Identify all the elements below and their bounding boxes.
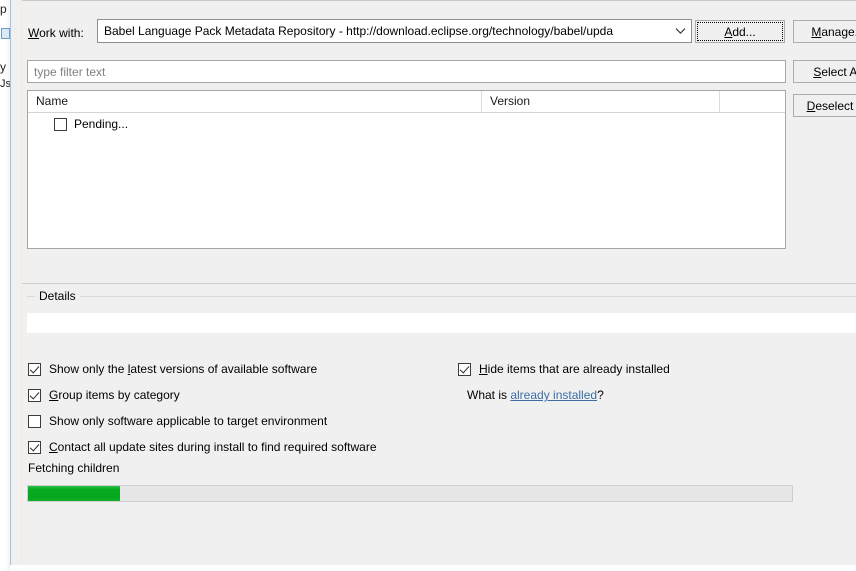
what-is-prefix: What is	[467, 388, 511, 402]
table-column-header-version[interactable]: Version	[481, 91, 719, 112]
work-with-label-mnemonic: W	[28, 26, 40, 40]
option-show-latest-versions-checkbox[interactable]	[28, 362, 41, 376]
manage-button-mnemonic: M	[811, 24, 822, 39]
add-button[interactable]: Add...	[695, 20, 785, 43]
details-legend-label: Details	[35, 289, 80, 303]
details-group-border	[27, 296, 856, 297]
work-with-label-suffix: ork with:	[39, 26, 84, 40]
opt-hide-mnemonic: H	[479, 362, 488, 376]
table-column-header-blank[interactable]	[719, 91, 785, 112]
option-show-latest-versions-label: Show only the latest versions of availab…	[49, 362, 317, 376]
work-with-combobox-value: Babel Language Pack Metadata Repository …	[104, 24, 614, 38]
details-group: Details	[27, 289, 856, 342]
manage-button[interactable]: Manage...	[793, 20, 856, 43]
filter-input[interactable]: type filter text	[27, 60, 786, 83]
option-show-applicable-software[interactable]: Show only software applicable to target …	[28, 414, 327, 428]
manage-button-suffix: anage...	[821, 24, 856, 39]
deselect-all-button[interactable]: Deselect All	[793, 94, 856, 117]
status-message: Fetching children	[28, 461, 120, 475]
add-button-suffix: dd...	[732, 24, 756, 39]
select-all-button-mnemonic: S	[813, 64, 822, 79]
option-group-items-by-category-label: Group items by category	[49, 388, 180, 402]
background-text-fragment-1: p	[0, 2, 7, 16]
work-with-label: Work with:	[28, 26, 84, 40]
option-hide-installed-items[interactable]: Hide items that are already installed	[458, 362, 670, 376]
option-group-items-by-category[interactable]: Group items by category	[28, 388, 180, 402]
opt-hide-suffix: ide items that are already installed	[487, 362, 670, 376]
table-row-label: Pending...	[74, 117, 129, 131]
chevron-down-icon[interactable]	[669, 20, 691, 42]
background-text-fragment-2: y	[0, 60, 6, 74]
opt-group-mnemonic: G	[49, 388, 59, 402]
option-show-applicable-software-checkbox[interactable]	[28, 414, 41, 428]
option-group-items-by-category-checkbox[interactable]	[28, 388, 41, 402]
option-contact-all-update-sites[interactable]: Contact all update sites during install …	[28, 440, 377, 454]
option-show-latest-versions[interactable]: Show only the latest versions of availab…	[28, 362, 317, 376]
opt-contact-suffix: ontact all update sites during install t…	[57, 440, 377, 454]
table-row[interactable]: Pending...	[28, 113, 785, 135]
opt-applicable-suffix: how only software applicable to target e…	[57, 414, 328, 428]
deselect-all-button-suffix: eselect All	[815, 98, 856, 113]
work-with-combobox[interactable]: Babel Language Pack Metadata Repository …	[97, 19, 692, 43]
already-installed-link[interactable]: already installed	[510, 388, 597, 402]
option-hide-installed-items-label: Hide items that are already installed	[479, 362, 670, 376]
row-checkbox[interactable]	[54, 117, 67, 131]
add-button-mnemonic: A	[724, 24, 733, 39]
option-show-applicable-software-label: Show only software applicable to target …	[49, 414, 327, 428]
option-contact-all-update-sites-checkbox[interactable]	[28, 440, 41, 454]
progress-bar-fill	[28, 486, 120, 501]
select-all-button-suffix: elect All	[821, 64, 856, 79]
opt-group-suffix: roup items by category	[58, 388, 180, 402]
install-software-dialog: Work with: Babel Language Pack Metadata …	[10, 0, 856, 565]
what-is-suffix: ?	[597, 388, 604, 402]
editor-tab-icon	[1, 28, 10, 39]
table-body: Pending...	[28, 113, 785, 248]
opt-latest-prefix: Show only the	[49, 362, 128, 376]
what-is-already-installed-row: What is already installed?	[467, 388, 604, 402]
option-contact-all-update-sites-label: Contact all update sites during install …	[49, 440, 377, 454]
opt-latest-suffix: atest versions of available software	[130, 362, 318, 376]
select-all-button[interactable]: Select All	[793, 60, 856, 83]
opt-applicable-mnemonic: S	[49, 414, 58, 428]
table-column-header-name[interactable]: Name	[28, 91, 481, 112]
opt-contact-mnemonic: C	[49, 440, 58, 454]
details-text-area	[27, 313, 856, 333]
deselect-all-button-mnemonic: D	[806, 98, 816, 113]
details-separator	[22, 283, 856, 284]
progress-bar	[27, 485, 793, 502]
available-software-table[interactable]: Name Version Pending...	[27, 90, 786, 249]
dialog-top-edge	[22, 0, 856, 1]
table-header-row: Name Version	[28, 91, 785, 113]
filter-input-placeholder: type filter text	[34, 64, 106, 79]
option-hide-installed-items-checkbox[interactable]	[458, 362, 471, 376]
